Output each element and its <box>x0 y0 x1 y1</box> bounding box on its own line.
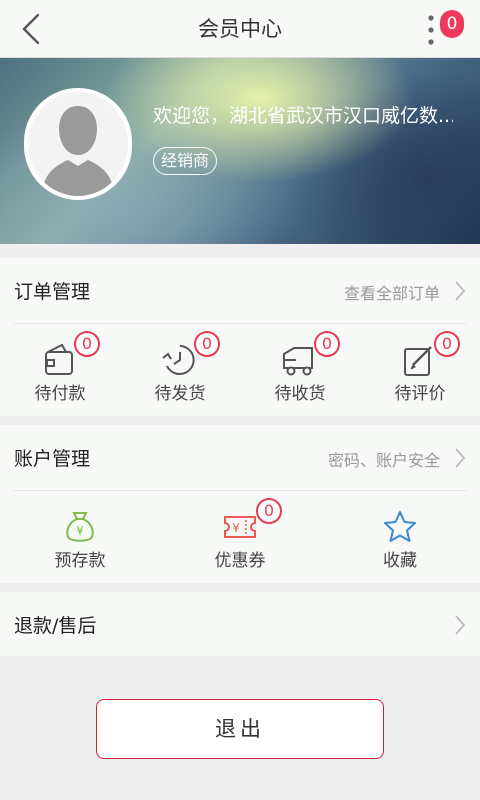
pending-shipment-label: 待发货 <box>154 384 206 404</box>
pending-review-badge: 0 <box>434 331 460 357</box>
chevron-right-icon <box>455 281 466 301</box>
account-security-link[interactable]: 密码、账户安全 <box>328 447 440 471</box>
role-badge: 经销商 <box>153 147 218 175</box>
favorites-label: 收藏 <box>383 551 417 571</box>
view-all-orders-link[interactable]: 查看全部订单 <box>344 280 440 304</box>
svg-text:¥: ¥ <box>76 524 84 538</box>
default-avatar-icon <box>28 92 128 196</box>
favorites-item[interactable]: 收藏 <box>320 491 480 583</box>
order-management-header[interactable]: 订单管理 查看全部订单 <box>14 258 466 324</box>
coupon-item[interactable]: ¥ 0 优惠券 <box>160 491 320 583</box>
pending-receipt-item[interactable]: 0 待收货 <box>240 324 360 416</box>
pending-review-item[interactable]: 0 待评价 <box>360 324 480 416</box>
more-menu-button[interactable]: 0 <box>406 6 476 52</box>
coupon-badge: 0 <box>256 498 282 524</box>
chevron-right-icon <box>455 448 466 468</box>
pending-receipt-badge: 0 <box>314 331 340 357</box>
top-bar: 会员中心 0 <box>0 0 480 58</box>
star-icon <box>384 511 416 542</box>
welcome-text: 欢迎您，湖北省武汉市汉口威亿数... <box>153 105 453 127</box>
prepaid-deposit-item[interactable]: ¥ 预存款 <box>0 491 160 583</box>
member-center-screen: 会员中心 0 欢迎您，湖北省武汉市汉口威亿数... 经销商 订单管理 查看全部订… <box>0 0 480 800</box>
logout-button[interactable]: 退出 <box>96 699 384 759</box>
account-management-header[interactable]: 账户管理 密码、账户安全 <box>14 425 466 491</box>
notification-badge: 0 <box>440 10 464 38</box>
account-management-title: 账户管理 <box>14 448 91 470</box>
order-status-row: 0 待付款 0 待发货 0 待收货 0 待评价 <box>0 324 480 416</box>
refund-after-sales-row[interactable]: 退款/售后 <box>0 592 480 656</box>
order-management-title: 订单管理 <box>14 281 91 303</box>
coupon-label: 优惠券 <box>214 551 266 571</box>
pending-payment-badge: 0 <box>74 331 100 357</box>
pending-receipt-label: 待收货 <box>274 384 326 404</box>
money-bag-icon: ¥ <box>66 512 94 542</box>
account-management-section: 账户管理 密码、账户安全 ¥ 预存款 ¥ 0 优惠券 收藏 <box>0 425 480 583</box>
refund-header: 退款/售后 <box>14 592 466 656</box>
coupon-icon: ¥ <box>224 516 256 538</box>
pending-shipment-item[interactable]: 0 待发货 <box>120 324 240 416</box>
more-vertical-icon <box>428 15 434 45</box>
pending-payment-label: 待付款 <box>34 384 86 404</box>
pending-payment-item[interactable]: 0 待付款 <box>0 324 120 416</box>
svg-text:¥: ¥ <box>232 521 240 535</box>
chevron-right-icon <box>455 615 466 635</box>
refund-title: 退款/售后 <box>14 615 97 637</box>
order-management-section: 订单管理 查看全部订单 0 待付款 0 待发货 0 待收货 0 待评价 <box>0 258 480 416</box>
pending-shipment-badge: 0 <box>194 331 220 357</box>
profile-banner: 欢迎您，湖北省武汉市汉口威亿数... 经销商 <box>0 58 480 244</box>
avatar[interactable] <box>24 88 132 200</box>
pending-review-label: 待评价 <box>394 384 446 404</box>
prepaid-deposit-label: 预存款 <box>54 551 106 571</box>
account-items-row: ¥ 预存款 ¥ 0 优惠券 收藏 <box>0 491 480 583</box>
